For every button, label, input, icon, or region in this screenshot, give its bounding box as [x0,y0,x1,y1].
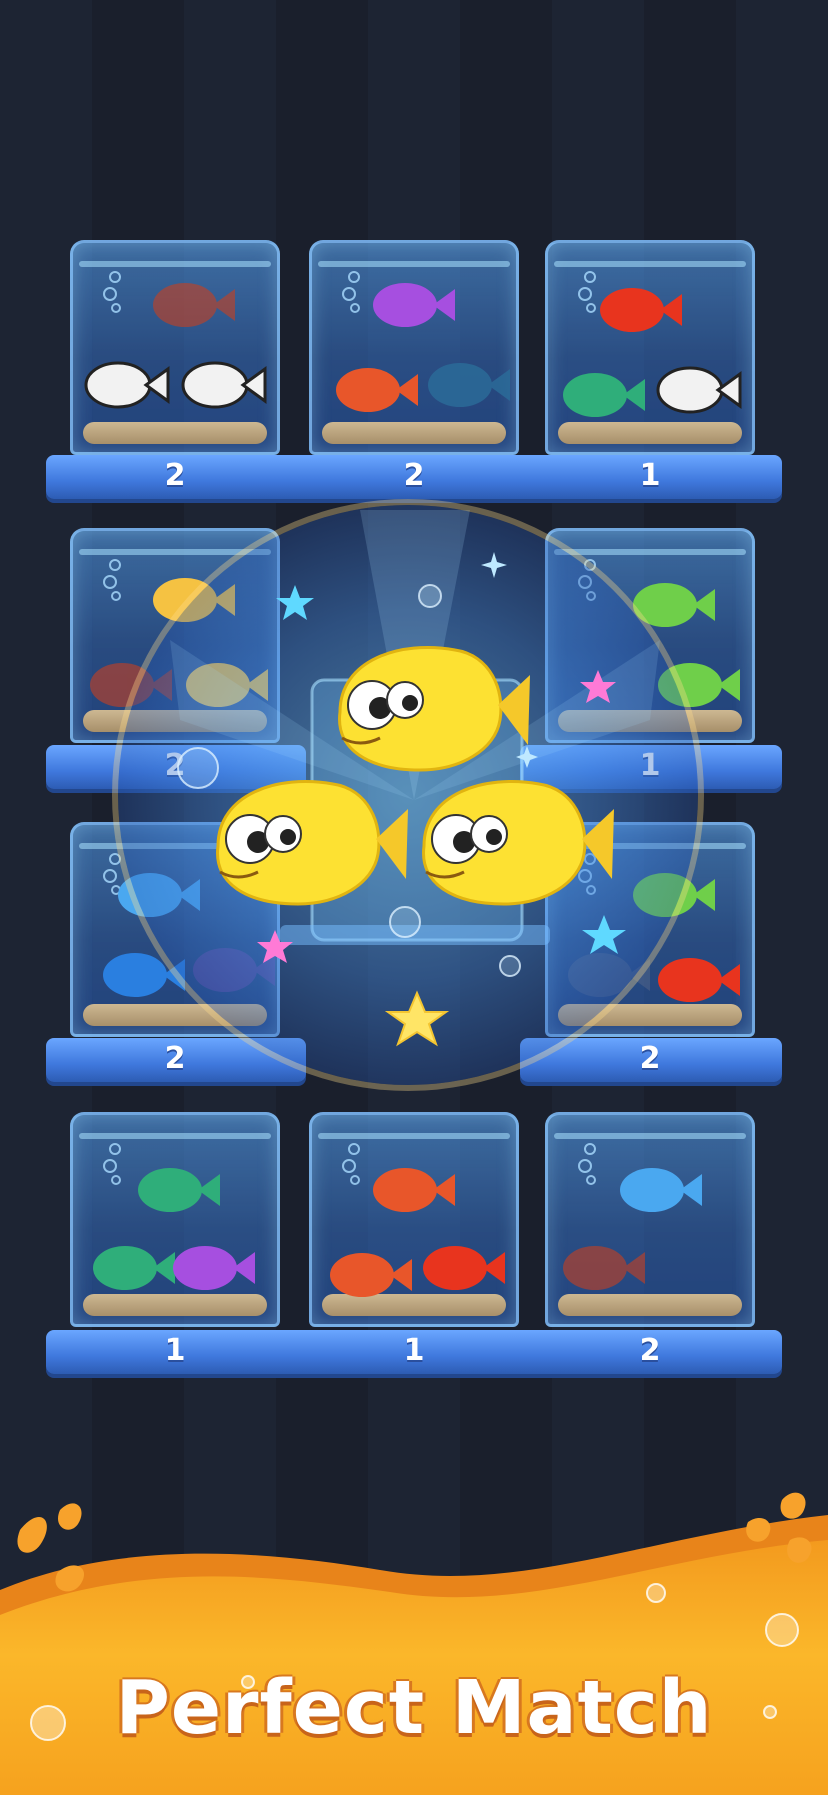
bubble-icon [389,906,421,938]
bubble-icon [499,955,521,977]
star-icon [276,585,314,620]
bubble-icon [177,747,219,789]
star-icon [384,990,450,1047]
bubble-icon [418,584,442,608]
star-icon [582,915,626,954]
fish-icon [422,780,614,906]
star-icon [481,552,507,578]
banner-title: Perfect Match [115,1665,713,1751]
